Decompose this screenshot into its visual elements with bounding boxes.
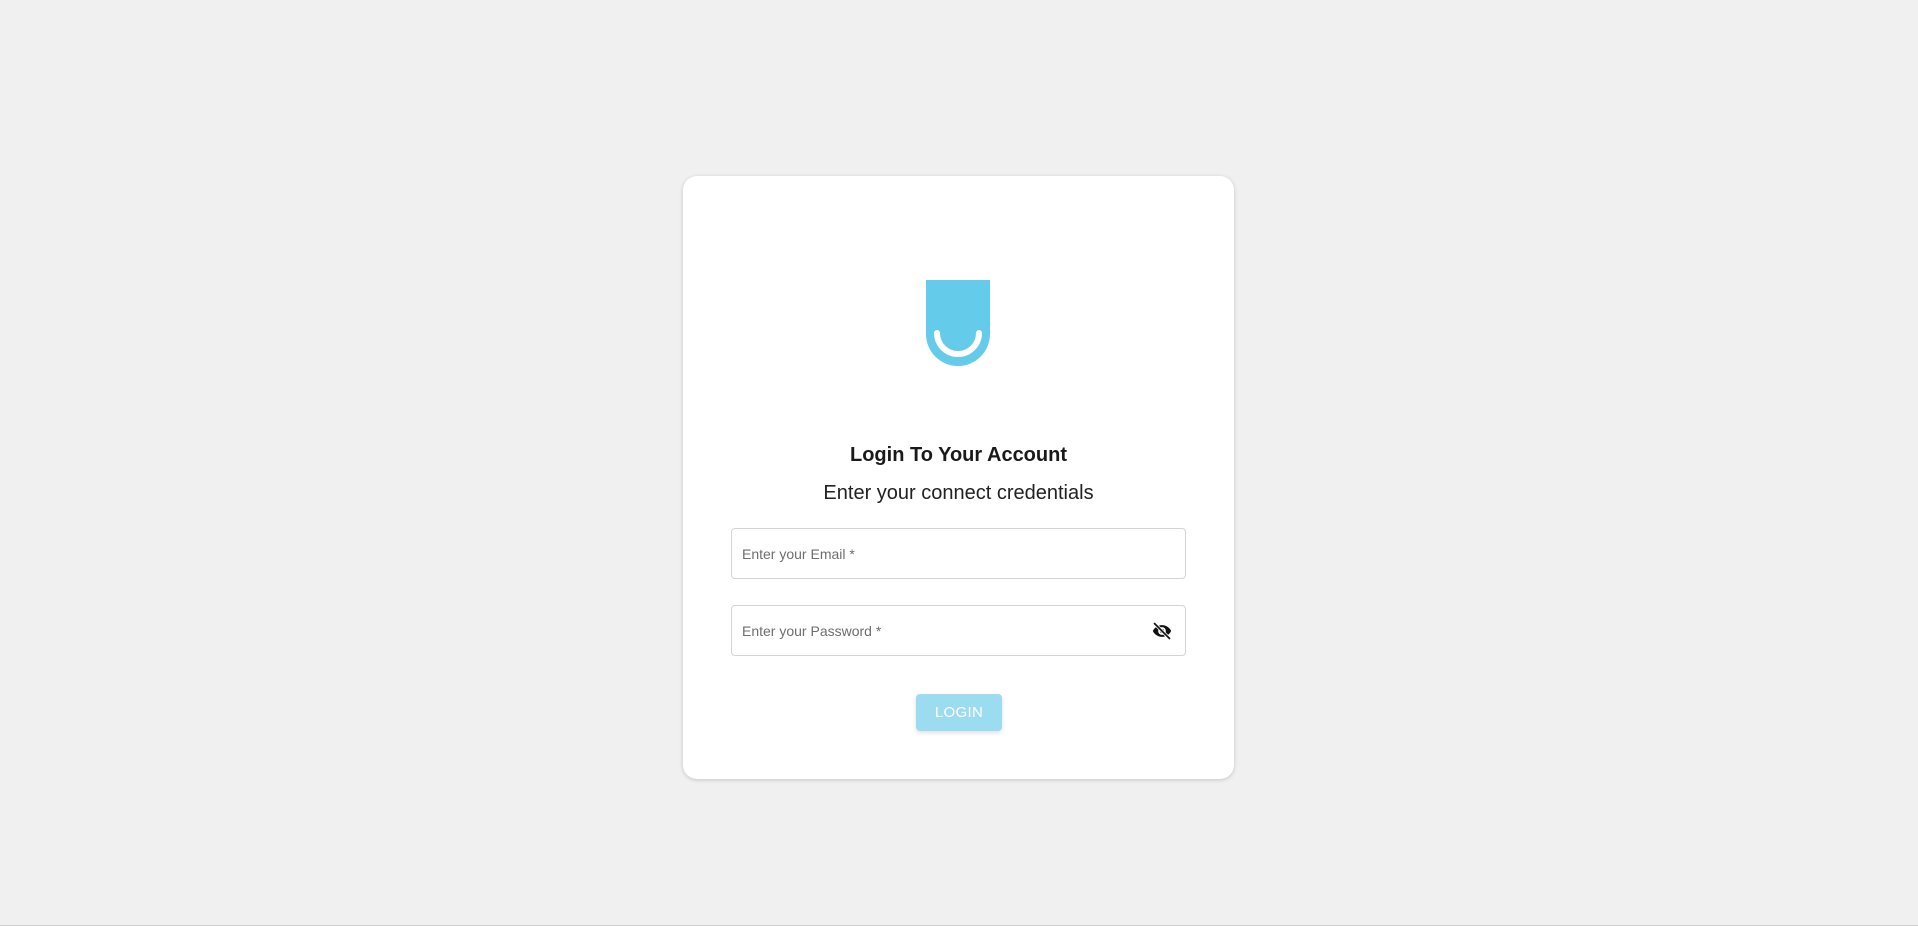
- password-field-container: [731, 605, 1186, 656]
- login-card: Login To Your Account Enter your connect…: [683, 176, 1234, 779]
- page-title: Login To Your Account: [849, 444, 1067, 466]
- email-field[interactable]: [732, 529, 1185, 578]
- password-field[interactable]: [732, 606, 1185, 655]
- logo-icon: [926, 280, 990, 366]
- page-subtitle: Enter your connect credentials: [823, 482, 1094, 504]
- eye-off-icon[interactable]: [1151, 621, 1173, 641]
- login-button[interactable]: LOGIN: [916, 694, 1002, 731]
- login-page: Login To Your Account Enter your connect…: [0, 0, 1918, 926]
- email-field-container: [731, 528, 1186, 579]
